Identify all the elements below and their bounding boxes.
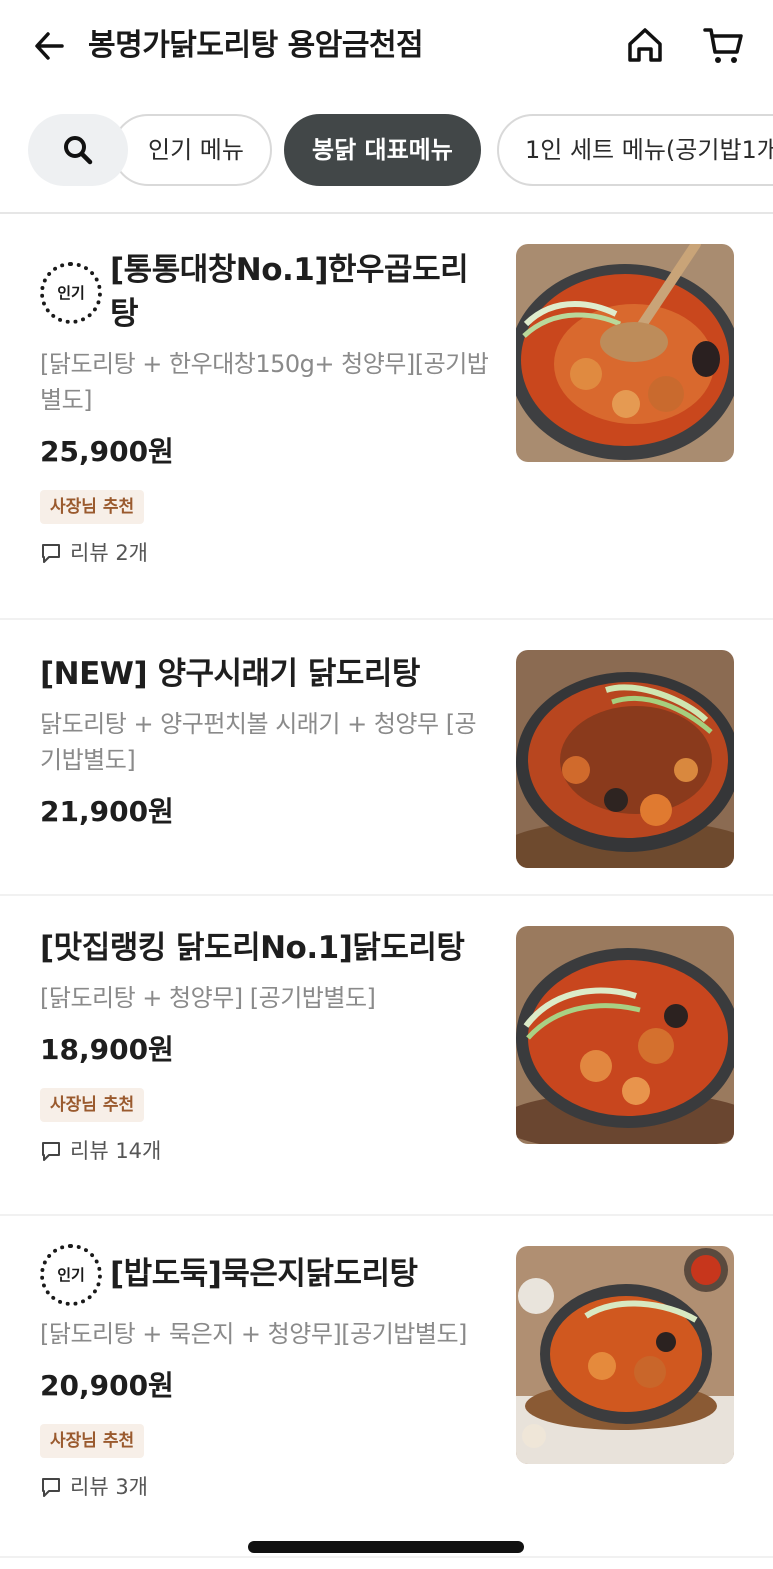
menu-item-price: 20,900원 bbox=[40, 1369, 174, 1402]
stew-pot-image bbox=[516, 926, 734, 1144]
menu-item-price: 21,900원 bbox=[40, 795, 174, 828]
menu-item-description: [닭도리탕 + 청양무] [공기밥별도] bbox=[40, 984, 376, 1012]
menu-item-description: 닭도리탕 + 양구펀치볼 시래기 + 청양무 [공기밥별도] bbox=[40, 710, 477, 774]
cart-button[interactable] bbox=[700, 22, 746, 68]
popular-badge: 인기 bbox=[40, 262, 102, 324]
stew-pot-image bbox=[516, 244, 734, 462]
menu-item[interactable]: 인기 [밥도둑]묵은지닭도리탕 [닭도리탕 + 묵은지 + 청양무][공기밥별도… bbox=[0, 1216, 773, 1558]
menu-item-name: [통통대창No.1]한우곱도리탕 bbox=[110, 252, 469, 332]
search-icon bbox=[64, 136, 93, 165]
review-count-label: 리뷰 14개 bbox=[70, 1139, 162, 1163]
menu-item-photo[interactable] bbox=[516, 926, 734, 1144]
speech-bubble-icon bbox=[42, 544, 60, 563]
speech-bubble-icon bbox=[42, 1142, 60, 1161]
menu-item-photo[interactable] bbox=[516, 244, 734, 462]
menu-item-name: [NEW] 양구시래기 닭도리탕 bbox=[40, 656, 420, 692]
review-count-label: 리뷰 3개 bbox=[70, 1475, 148, 1499]
speech-bubble-icon bbox=[42, 1478, 60, 1497]
menu-item-name: [밥도둑]묵은지닭도리탕 bbox=[110, 1256, 418, 1292]
menu-item-price: 18,900원 bbox=[40, 1033, 174, 1066]
stew-pot-image bbox=[516, 650, 734, 868]
review-count: 리뷰 3개 bbox=[40, 1472, 496, 1502]
review-count-label: 리뷰 2개 bbox=[70, 541, 148, 565]
popular-badge: 인기 bbox=[40, 1244, 102, 1306]
menu-item-price: 25,900원 bbox=[40, 435, 174, 468]
menu-item-info: [NEW] 양구시래기 닭도리탕 닭도리탕 + 양구펀치볼 시래기 + 청양무 … bbox=[40, 652, 496, 832]
store-title: 봉명가닭도리탕 용암금천점 bbox=[88, 28, 424, 63]
menu-item-photo[interactable] bbox=[516, 1246, 734, 1464]
menu-item-info: [맛집랭킹 닭도리No.1]닭도리탕 [닭도리탕 + 청양무] [공기밥별도] … bbox=[40, 926, 496, 1166]
menu-item[interactable]: [맛집랭킹 닭도리No.1]닭도리탕 [닭도리탕 + 청양무] [공기밥별도] … bbox=[0, 896, 773, 1216]
review-count: 리뷰 2개 bbox=[40, 538, 496, 568]
app-header: 봉명가닭도리탕 용암금천점 bbox=[0, 0, 773, 92]
review-count: 리뷰 14개 bbox=[40, 1136, 496, 1166]
menu-item-info: 인기 [통통대창No.1]한우곱도리탕 [닭도리탕 + 한우대창150g+ 청양… bbox=[40, 248, 496, 568]
owner-recommend-badge: 사장님 추천 bbox=[40, 1424, 145, 1458]
menu-item[interactable]: [NEW] 양구시래기 닭도리탕 닭도리탕 + 양구펀치볼 시래기 + 청양무 … bbox=[0, 620, 773, 896]
menu-item[interactable]: 인기 [통통대창No.1]한우곱도리탕 [닭도리탕 + 한우대창150g+ 청양… bbox=[0, 214, 773, 620]
menu-item-description: [닭도리탕 + 묵은지 + 청양무][공기밥별도] bbox=[40, 1320, 467, 1348]
owner-recommend-badge: 사장님 추천 bbox=[40, 490, 145, 524]
menu-item-name: [맛집랭킹 닭도리No.1]닭도리탕 bbox=[40, 930, 465, 966]
back-arrow-icon bbox=[35, 32, 64, 60]
tab-signature-menu[interactable]: 봉닭 대표메뉴 bbox=[284, 114, 481, 186]
menu-item-description: [닭도리탕 + 한우대창150g+ 청양무][공기밥별도] bbox=[40, 350, 489, 414]
stew-pot-image bbox=[516, 1246, 734, 1464]
menu-item-photo[interactable] bbox=[516, 650, 734, 868]
tab-popular-menu[interactable]: 인기 메뉴 bbox=[112, 114, 272, 186]
tab-single-set-menu[interactable]: 1인 세트 메뉴(공기밥1개 bbox=[497, 114, 773, 186]
home-button[interactable] bbox=[622, 22, 668, 68]
home-indicator[interactable] bbox=[248, 1541, 524, 1553]
cart-icon bbox=[703, 28, 743, 63]
search-button[interactable] bbox=[28, 114, 128, 186]
category-tabs: 인기 메뉴 봉닭 대표메뉴 1인 세트 메뉴(공기밥1개 bbox=[0, 112, 773, 188]
home-icon bbox=[628, 28, 662, 62]
menu-item-info: 인기 [밥도둑]묵은지닭도리탕 [닭도리탕 + 묵은지 + 청양무][공기밥별도… bbox=[40, 1242, 496, 1502]
back-button[interactable] bbox=[28, 24, 72, 68]
owner-recommend-badge: 사장님 추천 bbox=[40, 1088, 145, 1122]
